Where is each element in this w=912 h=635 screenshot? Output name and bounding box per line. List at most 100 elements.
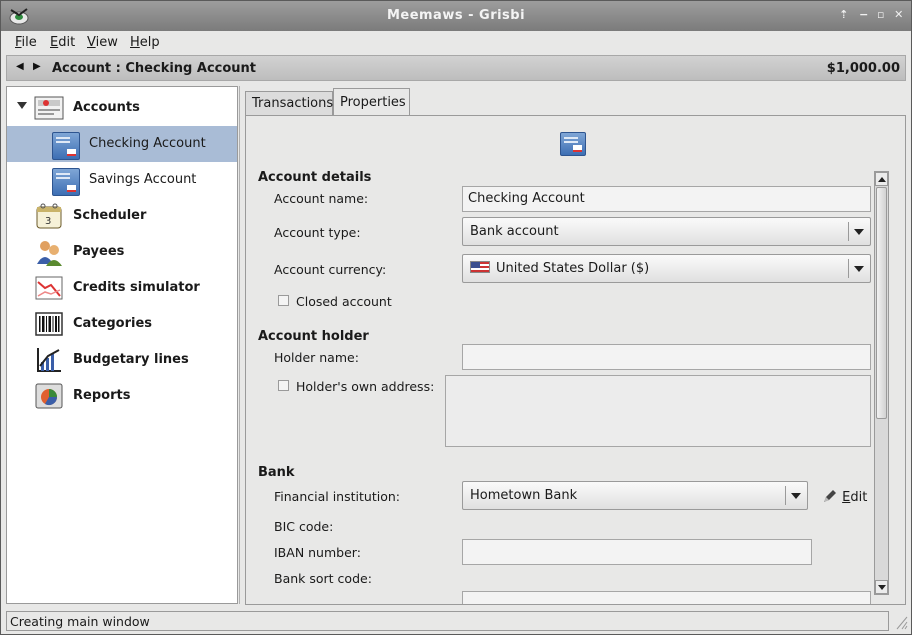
properties-scrollbar[interactable] [874, 171, 889, 595]
financial-institution-select[interactable]: Hometown Bank [462, 481, 808, 510]
sidebar-item-savings-account[interactable]: Savings Account [7, 162, 237, 198]
bank-section-title: Bank [258, 465, 295, 480]
menu-help-label: elp [139, 35, 160, 50]
bank-card-icon [52, 132, 80, 160]
forward-arrow-icon[interactable]: ▶ [33, 61, 41, 72]
tab-transactions[interactable]: Transactions [245, 91, 333, 115]
sidebar-item-reports[interactable]: Reports [7, 378, 237, 414]
financial-institution-value: Hometown Bank [470, 488, 578, 503]
sidebar-item-label: Reports [73, 388, 131, 403]
menu-file-label: ile [21, 35, 37, 50]
account-header-bar: ◀ ▶ Account : Checking Account $1,000.00 [6, 55, 906, 81]
sidebar-item-payees[interactable]: Payees [7, 234, 237, 270]
account-currency-label: Account currency: [274, 262, 387, 277]
sidebar-item-credits-simulator[interactable]: Credits simulator [7, 270, 237, 306]
navigation-sidebar: Accounts Checking Account Savings Accoun… [6, 86, 238, 604]
account-name-label: Account name: [274, 191, 369, 206]
header-account-title: Account : Checking Account [52, 61, 257, 76]
sidebar-item-categories[interactable]: Categories [7, 306, 237, 342]
menu-edit-mnemonic: E [50, 35, 59, 50]
menu-file[interactable]: File [15, 35, 37, 50]
financial-institution-label: Financial institution: [274, 489, 400, 504]
holder-own-address-label[interactable]: Holder's own address: [296, 379, 434, 394]
bank-sort-code-input[interactable] [462, 591, 871, 604]
sidebar-item-label: Payees [73, 244, 125, 259]
account-name-input[interactable]: Checking Account [462, 186, 871, 212]
iban-number-label: IBAN number: [274, 545, 361, 560]
window-menu-icon[interactable]: ⇡ [837, 8, 851, 22]
account-currency-select[interactable]: United States Dollar ($) [462, 254, 871, 283]
combo-separator [848, 259, 849, 278]
header-balance: $1,000.00 [826, 61, 900, 76]
account-type-value: Bank account [470, 224, 559, 239]
holder-own-address-checkbox[interactable] [278, 380, 289, 391]
pane-splitter[interactable] [239, 86, 242, 604]
window-title: Meemaws - Grisbi [386, 8, 526, 23]
menu-view-mnemonic: V [87, 35, 96, 50]
account-currency-value: United States Dollar ($) [496, 261, 650, 276]
grisbi-window: Meemaws - Grisbi ⇡ − ▫ ✕ File Edit View … [0, 0, 912, 635]
menu-edit-label: dit [58, 35, 76, 50]
holder-name-input[interactable] [462, 344, 871, 370]
calendar-icon: 3 [36, 203, 62, 229]
accounts-icon [34, 96, 64, 120]
edit-bank-button[interactable]: Edit [822, 488, 867, 505]
sidebar-item-label: Savings Account [89, 172, 197, 187]
menu-help-mnemonic: H [130, 35, 140, 50]
sidebar-item-label: Checking Account [89, 136, 206, 151]
pie-chart-icon [35, 383, 63, 409]
menubar: File Edit View Help [1, 31, 911, 55]
properties-panel: Account details Account name: Checking A… [245, 115, 906, 605]
chevron-down-icon [854, 266, 864, 272]
iban-number-input[interactable] [462, 539, 812, 565]
sidebar-item-label: Credits simulator [73, 280, 200, 295]
edit-label: dit [850, 490, 868, 505]
sidebar-item-accounts[interactable]: Accounts [7, 90, 237, 126]
sidebar-item-checking-account[interactable]: Checking Account [7, 126, 237, 162]
menu-view[interactable]: View [87, 35, 118, 50]
barcode-icon [35, 312, 63, 336]
maximize-icon[interactable]: ▫ [874, 8, 888, 22]
title-bar[interactable]: Meemaws - Grisbi ⇡ − ▫ ✕ [1, 1, 911, 31]
scroll-up-icon[interactable] [875, 172, 888, 186]
back-arrow-icon[interactable]: ◀ [16, 61, 24, 72]
chevron-down-icon [791, 493, 801, 499]
tab-properties[interactable]: Properties [333, 88, 410, 116]
combo-separator [848, 222, 849, 241]
sidebar-item-label: Categories [73, 316, 153, 331]
account-kind-icon [560, 132, 586, 156]
sidebar-item-budgetary-lines[interactable]: Budgetary lines [7, 342, 237, 378]
payees-icon [37, 241, 62, 266]
chevron-down-icon [854, 229, 864, 235]
holder-name-label: Holder name: [274, 350, 359, 365]
status-bar: Creating main window [6, 611, 889, 631]
pencil-icon [824, 490, 836, 502]
sidebar-item-scheduler[interactable]: 3 Scheduler [7, 198, 237, 234]
budget-chart-icon [37, 348, 61, 372]
close-icon[interactable]: ✕ [892, 8, 906, 22]
combo-separator [785, 486, 786, 505]
account-type-label: Account type: [274, 225, 361, 240]
sidebar-item-label: Scheduler [73, 208, 147, 223]
bic-code-label: BIC code: [274, 519, 334, 534]
minimize-icon[interactable]: − [857, 8, 871, 22]
expander-icon[interactable] [17, 102, 27, 109]
holder-address-textarea[interactable] [445, 375, 871, 447]
account-type-select[interactable]: Bank account [462, 217, 871, 246]
bank-sort-code-label: Bank sort code: [274, 571, 372, 586]
menu-help[interactable]: Help [130, 35, 160, 50]
closed-account-label[interactable]: Closed account [296, 294, 392, 309]
closed-account-checkbox[interactable] [278, 295, 289, 306]
sidebar-item-label: Budgetary lines [73, 352, 189, 367]
scroll-down-icon[interactable] [875, 580, 888, 594]
svg-text:3: 3 [45, 216, 51, 227]
properties-scroll-area: Account details Account name: Checking A… [246, 116, 873, 604]
menu-edit[interactable]: Edit [50, 35, 75, 50]
scrollbar-thumb[interactable] [876, 187, 887, 419]
us-flag-icon [470, 261, 490, 273]
account-details-title: Account details [258, 170, 372, 185]
account-holder-title: Account holder [258, 329, 369, 344]
resize-grip-icon[interactable] [893, 613, 909, 631]
bank-card-icon [52, 168, 80, 196]
sidebar-item-label: Accounts [73, 100, 140, 115]
